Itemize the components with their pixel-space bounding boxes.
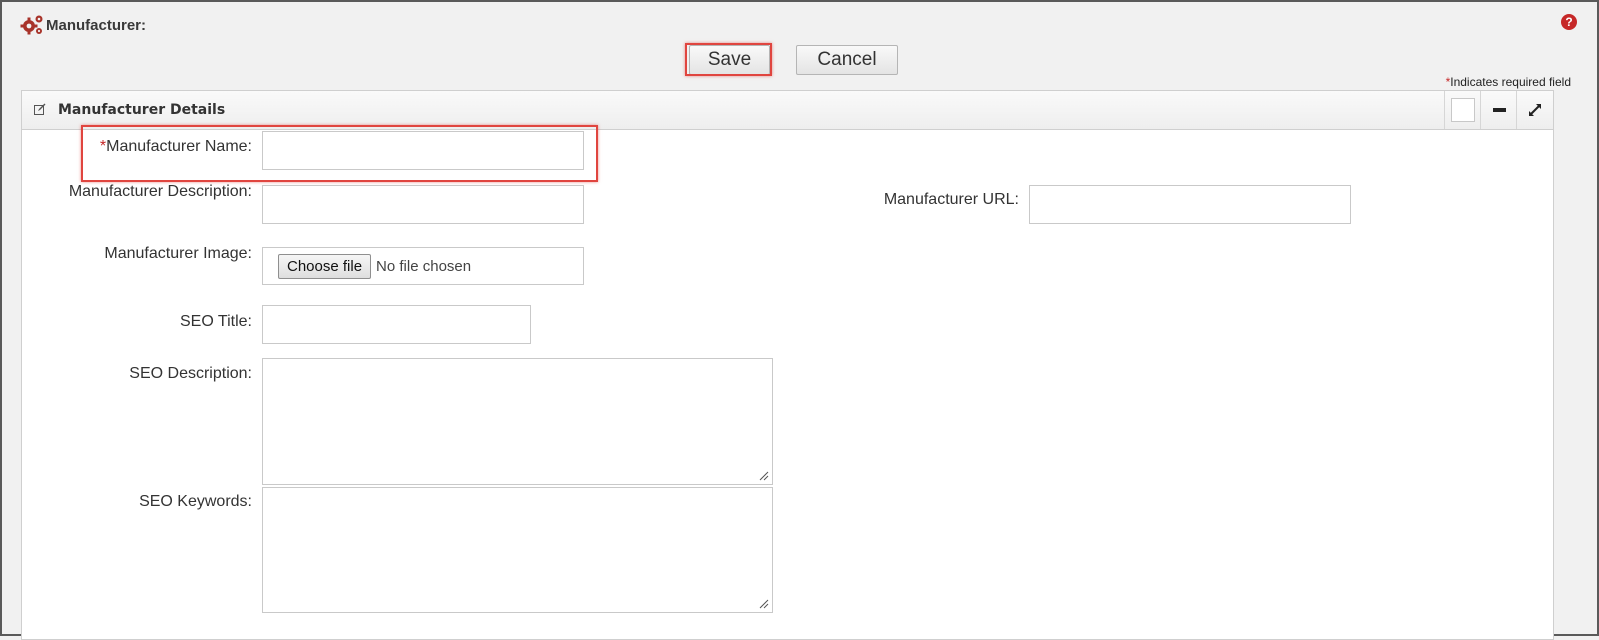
panel-title: Manufacturer Details <box>58 102 226 118</box>
file-status-text: No file chosen <box>376 257 472 275</box>
manufacturer-image-file-input[interactable]: Choose file No file chosen <box>262 247 584 285</box>
window-frame: Manufacturer: ? Save Cancel *Indicates r… <box>0 0 1599 640</box>
manufacturer-url-input[interactable] <box>1029 185 1351 224</box>
minus-icon <box>1492 108 1506 112</box>
required-note-text: Indicates required field <box>1450 75 1571 89</box>
seo-keywords-textarea[interactable] <box>262 487 773 613</box>
resize-grip-icon[interactable] <box>759 599 769 609</box>
seo-description-textarea[interactable] <box>262 358 773 485</box>
save-button-highlight <box>685 43 772 76</box>
manufacturer-details-panel: Manufacturer Details *Manufacturer Name:… <box>21 90 1554 640</box>
expand-icon <box>1529 104 1541 116</box>
page-header: Manufacturer: <box>20 14 146 36</box>
seo-description-label: SEO Description: <box>129 365 252 382</box>
choose-file-button[interactable]: Choose file <box>278 253 372 279</box>
manufacturer-description-label: Manufacturer Description: <box>68 183 252 200</box>
page-title: Manufacturer: <box>46 16 147 34</box>
panel-toggle-button[interactable] <box>1444 91 1481 129</box>
manufacturer-url-label: Manufacturer URL: <box>883 191 1019 208</box>
seo-title-label: SEO Title: <box>179 313 252 330</box>
expand-button[interactable] <box>1516 91 1553 129</box>
seo-keywords-label: SEO Keywords: <box>139 493 252 510</box>
square-icon <box>1451 98 1475 122</box>
manufacturer-description-input[interactable] <box>262 185 584 224</box>
help-icon[interactable]: ? <box>1561 14 1577 30</box>
edit-icon <box>34 103 46 115</box>
manufacturer-name-highlight <box>81 125 598 182</box>
collapse-button[interactable] <box>1480 91 1517 129</box>
seo-title-input[interactable] <box>262 305 531 344</box>
required-field-note: *Indicates required field <box>1446 75 1571 89</box>
cancel-button[interactable]: Cancel <box>796 45 898 75</box>
gears-icon <box>20 15 43 35</box>
manufacturer-image-label: Manufacturer Image: <box>104 245 252 262</box>
resize-grip-icon[interactable] <box>759 471 769 481</box>
